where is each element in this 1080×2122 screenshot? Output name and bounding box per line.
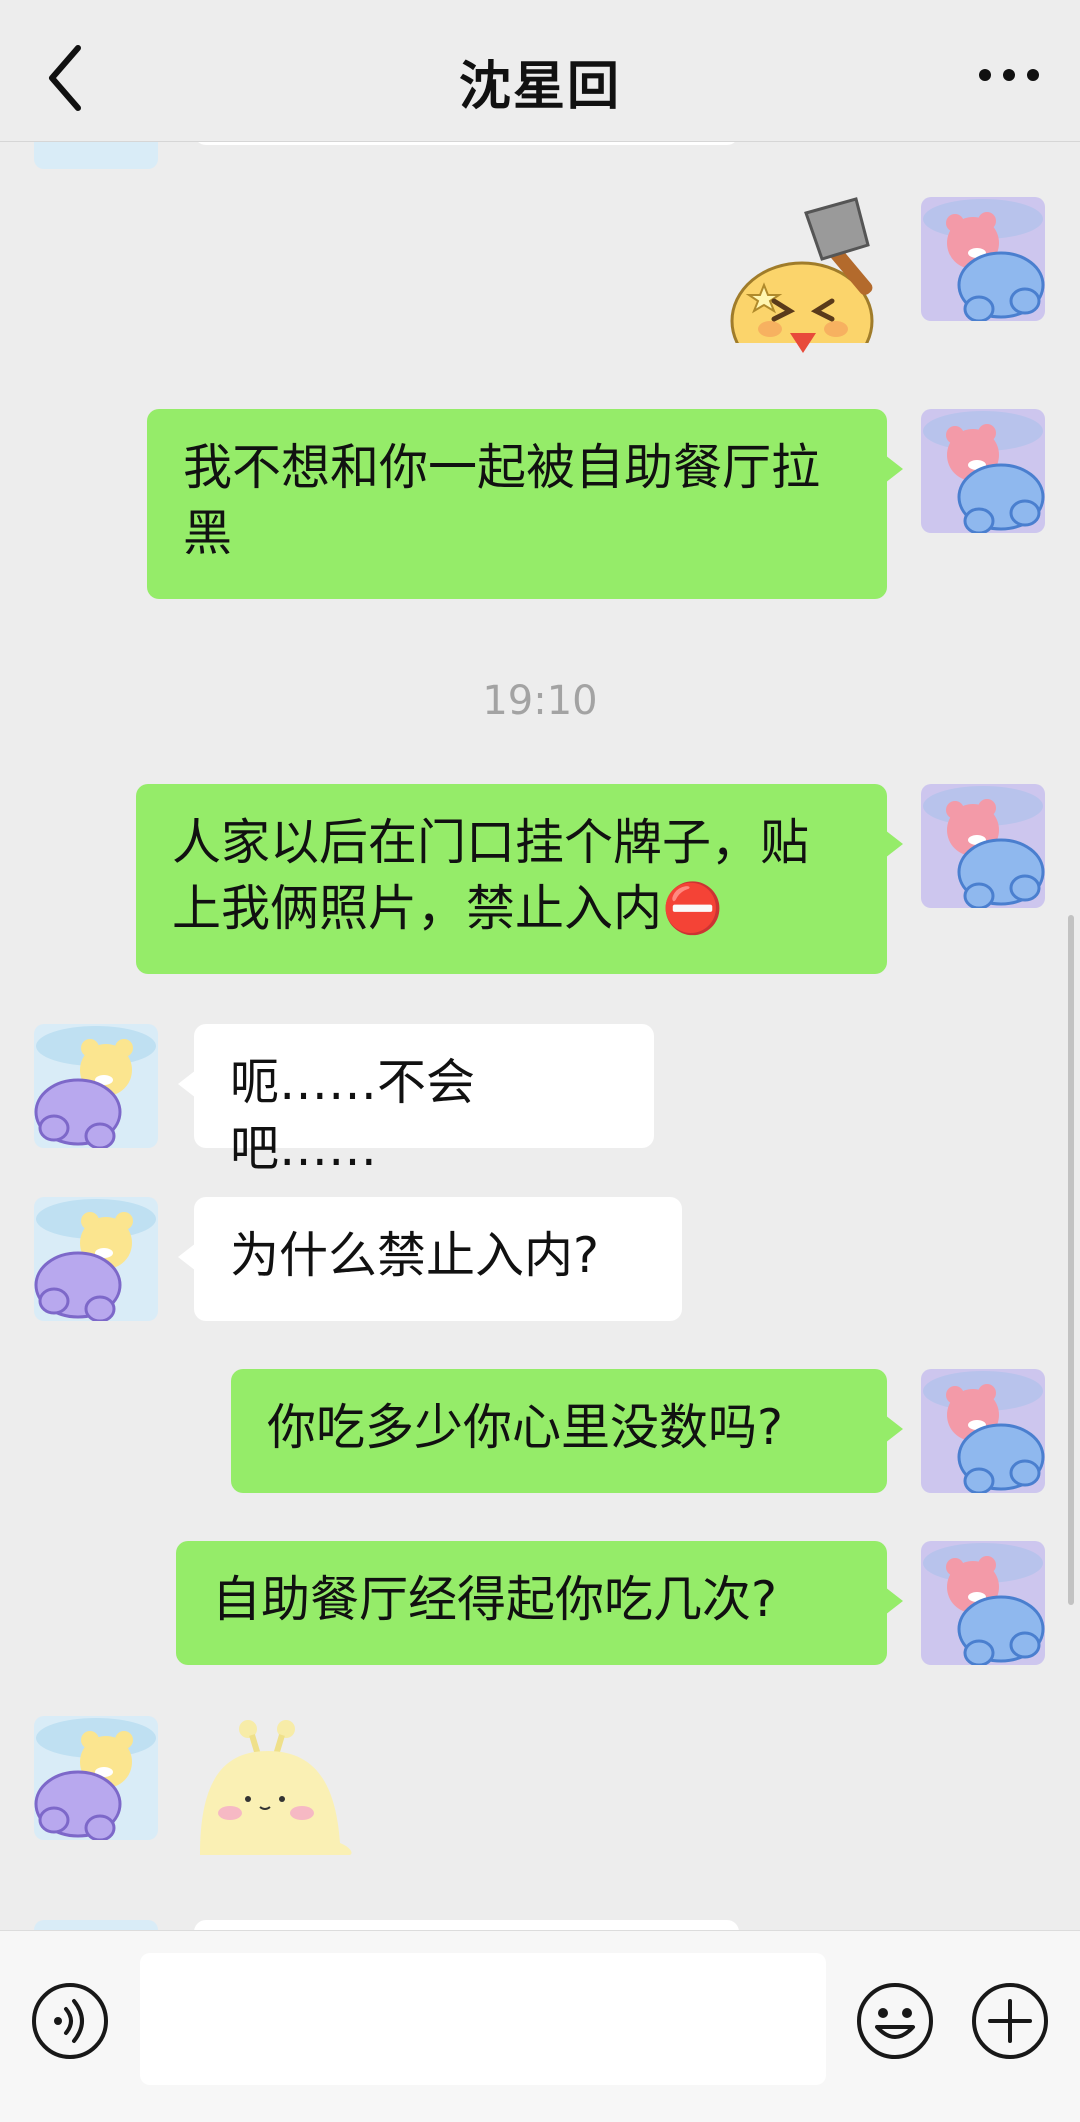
contact-avatar[interactable] (34, 141, 158, 169)
my-avatar[interactable] (921, 1369, 1045, 1493)
plus-icon[interactable] (970, 1981, 1050, 2061)
yellow-blob-sticker[interactable] (190, 1715, 360, 1865)
hammer-chick-sticker[interactable] (730, 193, 900, 373)
scrollbar[interactable] (1068, 915, 1074, 1605)
input-bar (0, 1930, 1080, 2122)
message-bubble-sent[interactable]: 你吃多少你心里没数吗? (231, 1369, 903, 1493)
my-avatar[interactable] (921, 409, 1045, 533)
more-dots-icon[interactable] (976, 60, 1042, 90)
contact-avatar[interactable] (34, 1024, 158, 1148)
message-list[interactable]: 我不想和你一起被自助餐厅拉黑 19:10 人家以后在门口挂个牌子，贴上我俩照片，… (0, 141, 1080, 1930)
message-bubble-partial (194, 1920, 739, 1930)
message-bubble-sent[interactable]: 我不想和你一起被自助餐厅拉黑 (147, 409, 903, 599)
contact-avatar[interactable] (34, 1197, 158, 1321)
contact-avatar[interactable] (34, 1920, 158, 1930)
message-bubble-received[interactable]: 为什么禁止入内? (178, 1197, 682, 1321)
message-bubble-sent[interactable]: 自助餐厅经得起你吃几次? (176, 1541, 903, 1665)
message-timestamp: 19:10 (482, 678, 598, 724)
contact-avatar[interactable] (34, 1716, 158, 1840)
chat-title: 沈星回 (458, 57, 621, 117)
message-bubble-sent[interactable]: 人家以后在门口挂个牌子，贴上我俩照片，禁止入内⛔ (136, 784, 903, 974)
my-avatar[interactable] (921, 784, 1045, 908)
my-avatar[interactable] (921, 197, 1045, 321)
message-input[interactable] (140, 1953, 826, 2085)
voice-icon[interactable] (30, 1981, 110, 2061)
my-avatar[interactable] (921, 1541, 1045, 1665)
chat-header: 沈星回 (0, 0, 1080, 142)
emoji-icon[interactable] (855, 1981, 935, 2061)
message-bubble-received[interactable]: 呃……不会吧…… (178, 1024, 654, 1177)
